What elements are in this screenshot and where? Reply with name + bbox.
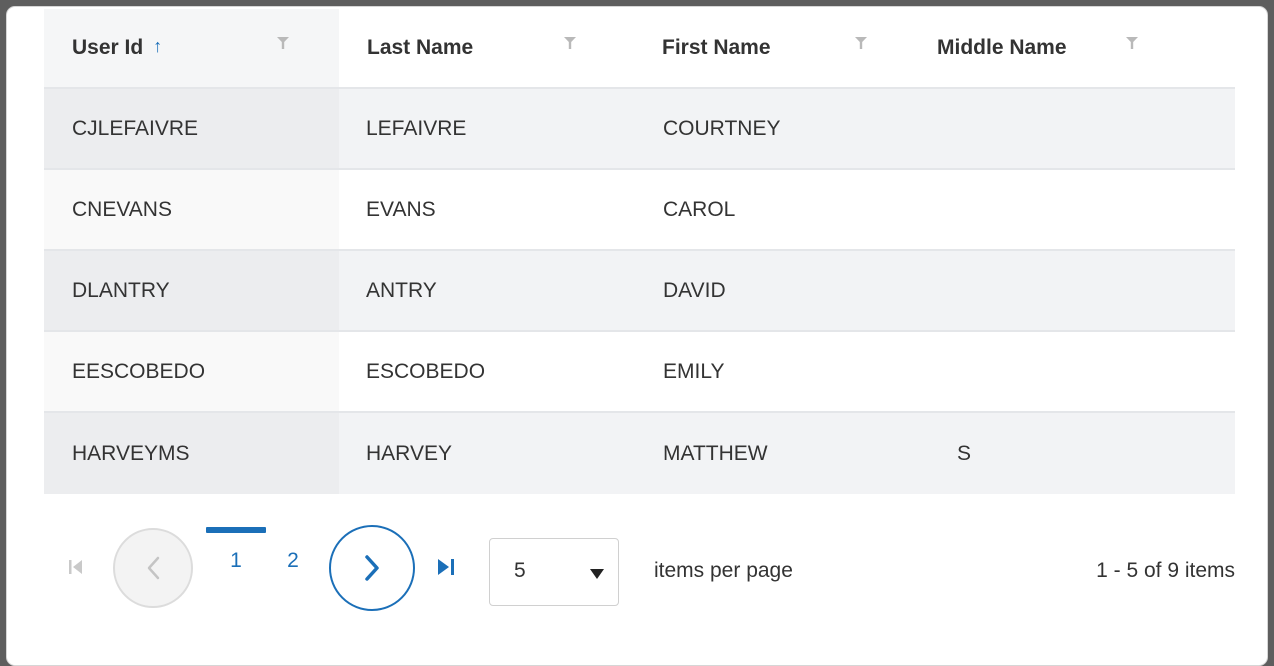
cell-last-name: EVANS xyxy=(366,197,436,221)
current-page-indicator xyxy=(206,527,266,533)
chevron-right-icon xyxy=(365,555,379,581)
grid-panel: User Id ↑ Last Name First Name Middle Na… xyxy=(6,6,1268,666)
cell-middle-name xyxy=(919,332,1235,411)
column-header-last-name[interactable]: Last Name xyxy=(339,9,629,87)
cell-middle-name: S xyxy=(957,441,972,465)
table-row[interactable]: HARVEYMS HARVEY MATTHEW S xyxy=(44,413,1235,494)
column-header-label: User Id xyxy=(72,36,144,59)
cell-first-name: EMILY xyxy=(663,359,725,383)
arrow-up-icon: ↑ xyxy=(153,35,163,56)
grid-header: User Id ↑ Last Name First Name Middle Na… xyxy=(44,9,1235,89)
column-header-first-name[interactable]: First Name xyxy=(629,9,919,87)
first-page-icon[interactable] xyxy=(68,559,84,575)
cell-last-name: ESCOBEDO xyxy=(366,359,486,383)
items-per-page-label: items per page xyxy=(654,559,793,582)
column-header-label: Middle Name xyxy=(937,36,1067,59)
page-size-select[interactable]: 5 xyxy=(489,538,619,606)
caret-down-icon xyxy=(590,569,604,579)
chevron-left-icon xyxy=(147,556,160,580)
cell-last-name: LEFAIVRE xyxy=(366,116,467,140)
cell-user-id: CNEVANS xyxy=(44,170,339,249)
cell-first-name: DAVID xyxy=(663,278,726,302)
column-header-label: Last Name xyxy=(367,36,474,59)
cell-user-id: DLANTRY xyxy=(44,251,339,330)
previous-page-button[interactable] xyxy=(113,528,193,608)
table-row[interactable]: DLANTRY ANTRY DAVID xyxy=(44,251,1235,332)
users-grid: User Id ↑ Last Name First Name Middle Na… xyxy=(44,9,1235,494)
filter-icon[interactable] xyxy=(277,37,289,49)
column-header-label: First Name xyxy=(662,36,771,59)
pager: 1 2 5 items per page 1 - 5 of 9 items xyxy=(44,507,1235,617)
page-1-button[interactable]: 1 xyxy=(221,549,251,573)
table-row[interactable]: CNEVANS EVANS CAROL xyxy=(44,170,1235,251)
filter-icon[interactable] xyxy=(564,37,576,49)
cell-first-name: CAROL xyxy=(663,197,736,221)
cell-first-name: COURTNEY xyxy=(663,116,781,140)
last-page-icon[interactable] xyxy=(437,558,457,576)
cell-middle-name xyxy=(919,170,1235,249)
cell-middle-name xyxy=(919,251,1235,330)
page-2-button[interactable]: 2 xyxy=(278,549,308,573)
cell-user-id: CJLEFAIVRE xyxy=(44,89,339,168)
next-page-button[interactable] xyxy=(329,525,415,611)
cell-middle-name xyxy=(919,89,1235,168)
page-size-value: 5 xyxy=(514,559,526,582)
column-header-user-id[interactable]: User Id ↑ xyxy=(44,9,339,87)
pager-info: 1 - 5 of 9 items xyxy=(1096,559,1235,582)
filter-icon[interactable] xyxy=(1126,37,1138,49)
cell-user-id: HARVEYMS xyxy=(44,413,339,494)
cell-user-id: EESCOBEDO xyxy=(44,332,339,411)
cell-last-name: HARVEY xyxy=(366,441,452,465)
filter-icon[interactable] xyxy=(855,37,867,49)
column-header-middle-name[interactable]: Middle Name xyxy=(919,9,1235,87)
cell-first-name: MATTHEW xyxy=(663,441,768,465)
cell-last-name: ANTRY xyxy=(366,278,437,302)
table-row[interactable]: EESCOBEDO ESCOBEDO EMILY xyxy=(44,332,1235,413)
table-row[interactable]: CJLEFAIVRE LEFAIVRE COURTNEY xyxy=(44,89,1235,170)
